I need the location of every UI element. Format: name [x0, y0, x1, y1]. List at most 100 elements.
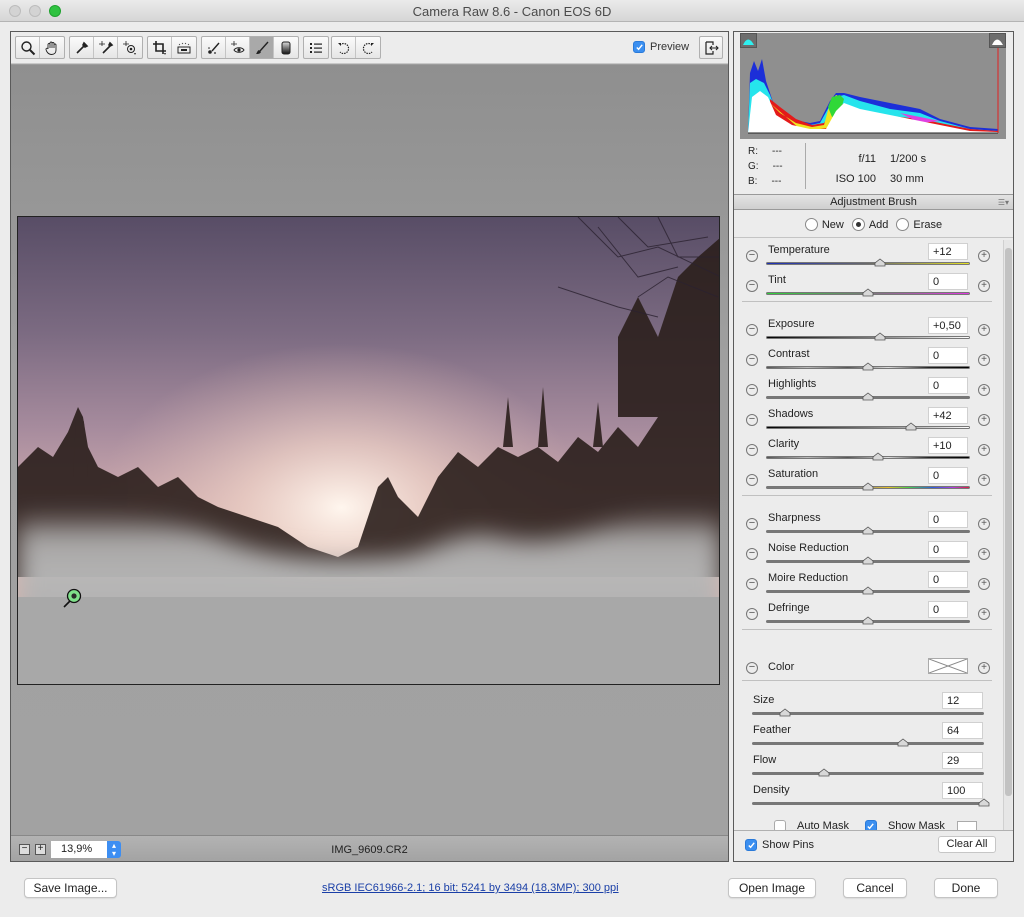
brush-size-value-field[interactable]: 12 [942, 692, 983, 709]
tint-value-field[interactable]: 0 [928, 273, 968, 290]
exposure-value-field[interactable]: +0,50 [928, 317, 968, 334]
mask-color-swatch[interactable] [956, 821, 977, 830]
contrast-plus-button[interactable]: + [978, 354, 990, 366]
color-minus-button[interactable]: − [746, 662, 758, 674]
brush-flow-slider-track[interactable] [752, 772, 984, 775]
show-pins-toggle[interactable]: Show Pins [745, 839, 814, 851]
shadows-slider-thumb[interactable] [905, 422, 917, 431]
graduated-filter-tool[interactable] [274, 37, 298, 58]
sharpness-plus-button[interactable]: + [978, 518, 990, 530]
clarity-slider-thumb[interactable] [872, 452, 884, 461]
clarity-slider-track[interactable] [766, 456, 970, 459]
exposure-minus-button[interactable]: − [746, 324, 758, 336]
defringe-value-field[interactable]: 0 [928, 601, 968, 618]
hand-tool[interactable] [40, 37, 64, 58]
color-swatch[interactable] [928, 658, 968, 674]
brush-feather-value-field[interactable]: 64 [942, 722, 983, 739]
saturation-minus-button[interactable]: − [746, 474, 758, 486]
temperature-value-field[interactable]: +12 [928, 243, 968, 260]
cancel-button[interactable]: Cancel [843, 878, 907, 898]
clarity-value-field[interactable]: +10 [928, 437, 968, 454]
mode-erase-radio[interactable] [896, 218, 910, 231]
temperature-minus-button[interactable]: − [746, 250, 758, 262]
highlights-value-field[interactable]: 0 [928, 377, 968, 394]
panel-menu-icon[interactable]: ☰▾ [998, 195, 1009, 210]
exposure-slider-track[interactable] [766, 336, 970, 339]
tint-slider-thumb[interactable] [862, 288, 874, 297]
contrast-minus-button[interactable]: − [746, 354, 758, 366]
color-sampler-tool[interactable] [94, 37, 118, 58]
sharpness-minus-button[interactable]: − [746, 518, 758, 530]
noise-reduction-slider-thumb[interactable] [862, 556, 874, 565]
rotate-cw-button[interactable] [356, 37, 380, 58]
mode-new-radio[interactable] [804, 218, 818, 231]
mode-erase[interactable]: Erase [896, 218, 942, 231]
preferences-button[interactable] [304, 37, 328, 58]
save-image-button[interactable]: Save Image... [24, 878, 117, 898]
open-image-button[interactable]: Open Image [728, 878, 816, 898]
adjustment-brush-tool[interactable] [250, 37, 274, 58]
moire-reduction-value-field[interactable]: 0 [928, 571, 968, 588]
mode-new[interactable]: New [804, 218, 844, 231]
show-mask-checkbox[interactable] [864, 820, 877, 830]
exposure-plus-button[interactable]: + [978, 324, 990, 336]
highlights-plus-button[interactable]: + [978, 384, 990, 396]
tint-plus-button[interactable]: + [978, 280, 990, 292]
clarity-plus-button[interactable]: + [978, 444, 990, 456]
tint-minus-button[interactable]: − [746, 280, 758, 292]
image-canvas[interactable] [11, 65, 728, 835]
spot-removal-tool[interactable] [202, 37, 226, 58]
white-balance-tool[interactable] [70, 37, 94, 58]
brush-feather-slider-track[interactable] [752, 742, 984, 745]
noise-reduction-value-field[interactable]: 0 [928, 541, 968, 558]
saturation-slider-thumb[interactable] [862, 482, 874, 491]
crop-tool[interactable] [148, 37, 172, 58]
moire-reduction-plus-button[interactable]: + [978, 578, 990, 590]
contrast-slider-thumb[interactable] [862, 362, 874, 371]
exposure-slider-thumb[interactable] [874, 332, 886, 341]
temperature-slider-thumb[interactable] [874, 258, 886, 267]
noise-reduction-plus-button[interactable]: + [978, 548, 990, 560]
brush-flow-slider-thumb[interactable] [818, 768, 830, 777]
shadow-clipping-warning[interactable] [740, 33, 757, 48]
panel-scrollbar-thumb[interactable] [1005, 248, 1012, 796]
noise-reduction-minus-button[interactable]: − [746, 548, 758, 560]
brush-feather-slider-thumb[interactable] [897, 738, 909, 747]
contrast-value-field[interactable]: 0 [928, 347, 968, 364]
preview-checkbox[interactable] [633, 41, 645, 53]
saturation-value-field[interactable]: 0 [928, 467, 968, 484]
clarity-minus-button[interactable]: − [746, 444, 758, 456]
temperature-slider-track[interactable] [766, 262, 970, 265]
highlights-slider-thumb[interactable] [862, 392, 874, 401]
photo-preview[interactable] [17, 216, 720, 685]
red-eye-tool[interactable] [226, 37, 250, 58]
defringe-slider-thumb[interactable] [862, 616, 874, 625]
brush-density-slider-thumb[interactable] [978, 798, 990, 807]
mode-add[interactable]: Add [851, 218, 888, 231]
auto-mask-checkbox[interactable] [774, 820, 786, 830]
highlights-minus-button[interactable]: − [746, 384, 758, 396]
saturation-plus-button[interactable]: + [978, 474, 990, 486]
shadows-plus-button[interactable]: + [978, 414, 990, 426]
moire-reduction-slider-thumb[interactable] [862, 586, 874, 595]
color-plus-button[interactable]: + [978, 662, 990, 674]
brush-size-slider-thumb[interactable] [779, 708, 791, 717]
shadows-slider-track[interactable] [766, 426, 970, 429]
sharpness-slider-thumb[interactable] [862, 526, 874, 535]
done-button[interactable]: Done [934, 878, 998, 898]
mode-add-radio[interactable] [851, 218, 865, 231]
show-pins-checkbox[interactable] [745, 839, 757, 851]
straighten-tool[interactable] [172, 37, 196, 58]
shadows-minus-button[interactable]: − [746, 414, 758, 426]
defringe-plus-button[interactable]: + [978, 608, 990, 620]
clear-all-button[interactable]: Clear All [938, 836, 996, 853]
moire-reduction-minus-button[interactable]: − [746, 578, 758, 590]
brush-density-value-field[interactable]: 100 [942, 782, 983, 799]
preview-toggle[interactable]: Preview [633, 41, 689, 53]
shadows-value-field[interactable]: +42 [928, 407, 968, 424]
workflow-options-link[interactable]: sRGB IEC61966-2.1; 16 bit; 5241 by 3494 … [322, 882, 619, 894]
fullscreen-button[interactable] [699, 36, 723, 59]
rotate-ccw-button[interactable] [332, 37, 356, 58]
brush-density-slider-track[interactable] [752, 802, 984, 805]
sharpness-value-field[interactable]: 0 [928, 511, 968, 528]
